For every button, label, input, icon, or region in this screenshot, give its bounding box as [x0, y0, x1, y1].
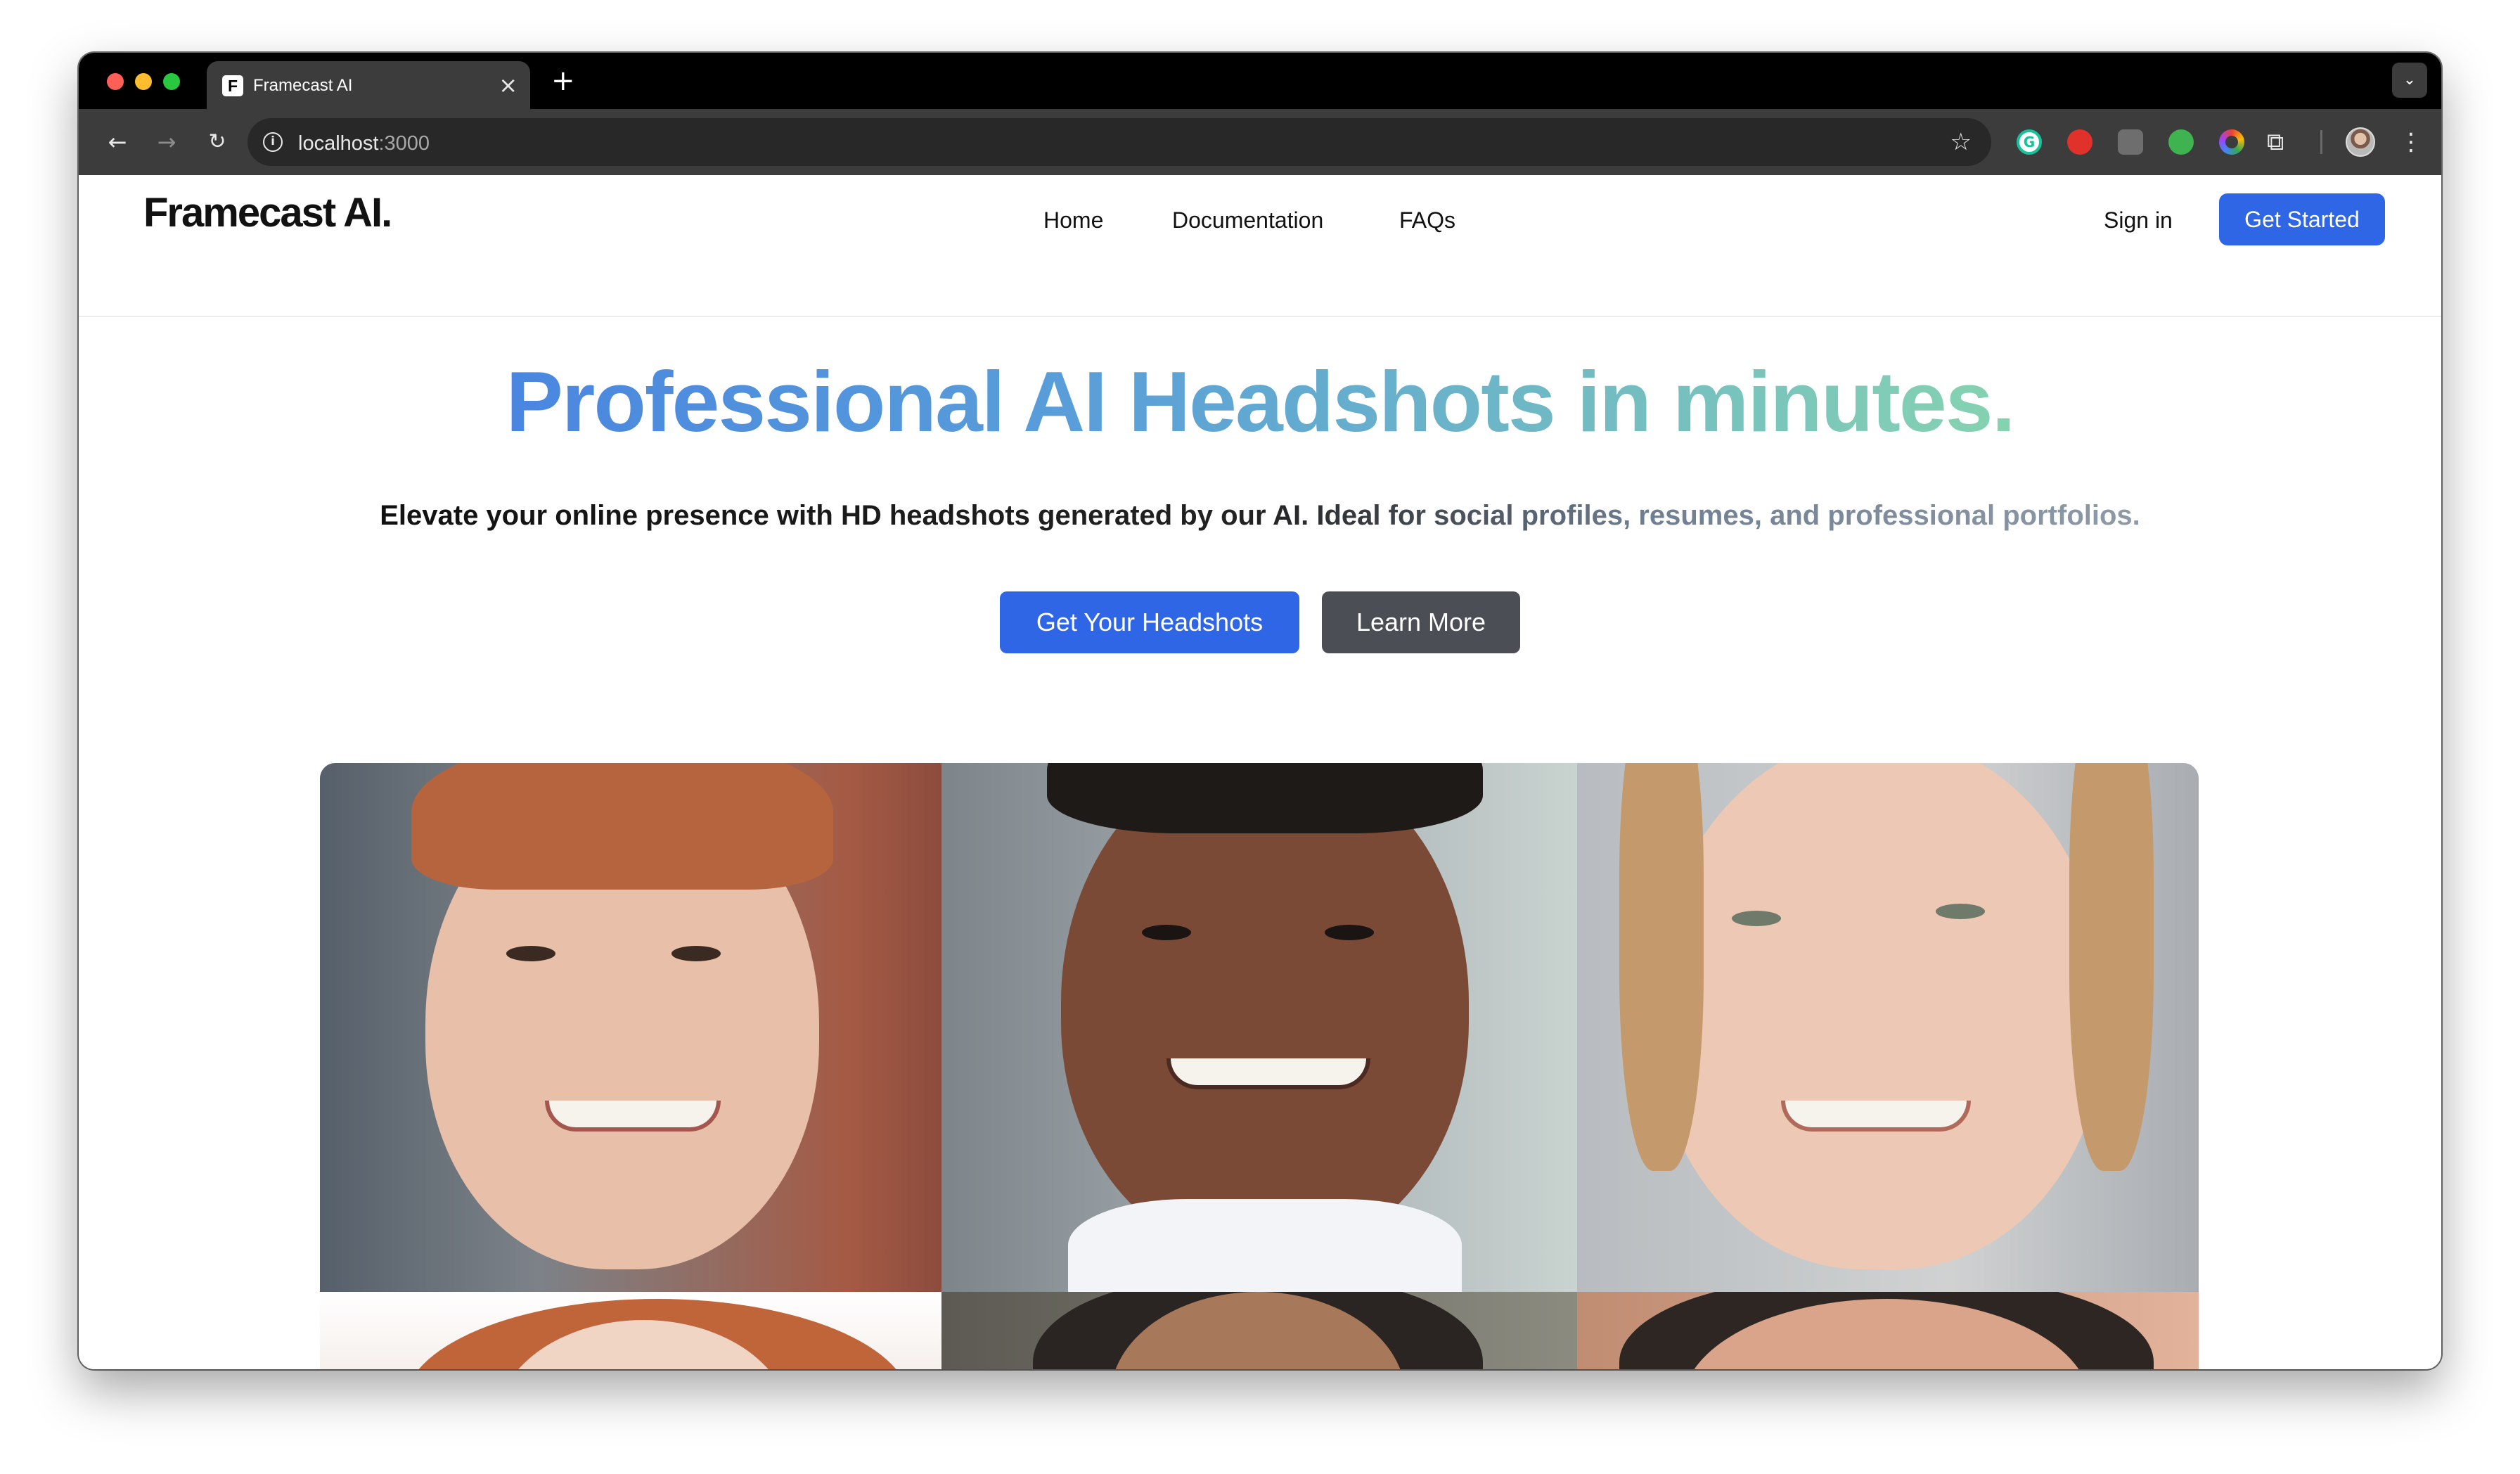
url-host: localhost: [298, 132, 379, 155]
browser-toolbar: ← → ↻ i localhost:3000 ☆ G ⧉ ⋮: [79, 109, 2441, 175]
hero-subtitle: Elevate your online presence with HD hea…: [79, 497, 2441, 534]
get-your-headshots-button[interactable]: Get Your Headshots: [1000, 591, 1299, 653]
hair-shape: [2069, 763, 2154, 1171]
puzzle-icon[interactable]: ⧉: [2267, 124, 2284, 160]
headshot-image: [320, 763, 941, 1292]
maximize-window-button[interactable]: [163, 73, 180, 90]
eye-shape: [1325, 925, 1374, 940]
smile-shape: [1166, 1058, 1370, 1089]
hair-shape: [1047, 763, 1483, 833]
headshot-image: [941, 1292, 1577, 1369]
tab-strip: F Framecast AI × + ⌄: [79, 53, 2441, 109]
grammarly-icon[interactable]: G: [2017, 129, 2042, 155]
site-logo[interactable]: Framecast AI.: [143, 189, 392, 236]
shirt-shape: [1068, 1199, 1462, 1292]
url-port: :3000: [378, 132, 430, 155]
nav-home-link[interactable]: Home: [1043, 207, 1103, 233]
nav-documentation-link[interactable]: Documentation: [1172, 207, 1323, 233]
sign-in-link[interactable]: Sign in: [2104, 207, 2173, 233]
info-icon[interactable]: i: [263, 132, 283, 152]
headshot-image: [320, 1292, 941, 1369]
color-ring-extension-icon[interactable]: [2219, 129, 2244, 155]
hero-title-text: Professional AI Headshots in minutes.: [506, 354, 2015, 449]
forward-icon[interactable]: →: [149, 124, 184, 160]
hair-shape: [1619, 763, 1704, 1171]
tab-search-icon[interactable]: ⌄: [2392, 63, 2427, 98]
smile-shape: [1781, 1101, 1971, 1132]
toolbar-divider: [2320, 130, 2322, 154]
learn-more-button[interactable]: Learn More: [1322, 591, 1520, 653]
hero-subtitle-text: Elevate your online presence with HD hea…: [380, 500, 2140, 531]
new-tab-icon[interactable]: +: [551, 65, 575, 96]
smile-shape: [545, 1101, 721, 1132]
menu-icon[interactable]: ⋮: [2399, 124, 2423, 160]
profile-avatar[interactable]: [2346, 127, 2375, 157]
close-window-button[interactable]: [107, 73, 124, 90]
nav-faqs-link[interactable]: FAQs: [1399, 207, 1455, 233]
headshot-image: [1577, 1292, 2199, 1369]
eye-shape: [1936, 904, 1985, 919]
face-shape: [1654, 763, 2104, 1269]
headshot-image: [1577, 763, 2199, 1292]
page-content: Framecast AI. Home Documentation FAQs Si…: [79, 175, 2441, 1369]
red-extension-icon[interactable]: [2067, 129, 2092, 155]
browser-window: F Framecast AI × + ⌄ ← → ↻ i localhost:3…: [79, 53, 2441, 1369]
eye-shape: [671, 946, 721, 961]
favicon-icon: F: [222, 75, 243, 96]
face-shape: [1061, 763, 1469, 1255]
site-header: Framecast AI. Home Documentation FAQs Si…: [79, 175, 2441, 317]
address-bar[interactable]: i localhost:3000 ☆: [248, 118, 1991, 166]
headshot-image: [941, 763, 1577, 1292]
url-text[interactable]: localhost:3000: [298, 132, 430, 155]
eye-shape: [1732, 911, 1781, 926]
tab-title: Framecast AI: [253, 76, 353, 95]
green-extension-icon[interactable]: [2168, 129, 2194, 155]
hair-shape: [411, 763, 833, 890]
headshot-gallery: [320, 763, 2199, 1369]
back-icon[interactable]: ←: [100, 124, 135, 160]
robot-extension-icon[interactable]: [2118, 129, 2143, 155]
tab-close-icon[interactable]: ×: [499, 71, 518, 99]
screen: F Framecast AI × + ⌄ ← → ↻ i localhost:3…: [0, 0, 2520, 1474]
get-started-button[interactable]: Get Started: [2219, 193, 2385, 245]
reload-icon[interactable]: ↻: [200, 124, 235, 160]
browser-tab[interactable]: F Framecast AI ×: [207, 61, 530, 109]
eye-shape: [1142, 925, 1191, 940]
bookmark-star-icon[interactable]: ☆: [1950, 127, 1972, 158]
eye-shape: [506, 946, 555, 961]
minimize-window-button[interactable]: [135, 73, 152, 90]
hero-title: Professional AI Headshots in minutes.: [79, 352, 2441, 451]
